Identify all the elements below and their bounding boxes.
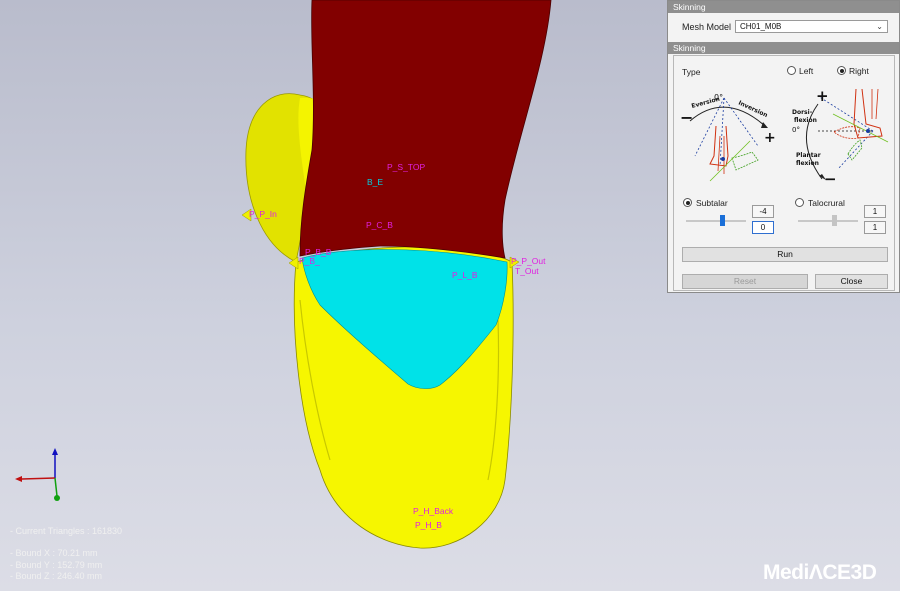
- landmark-label: P_P_In: [249, 209, 277, 219]
- chevron-down-icon: ⌄: [876, 22, 883, 31]
- landmark-label: B_E: [367, 177, 384, 187]
- subtalar-label: Subtalar: [696, 198, 728, 208]
- dorsiflexion-label-2: flexion: [794, 117, 817, 124]
- triangle-count: - Current Triangles : 161830: [10, 526, 123, 536]
- brand-logo: MediΛCE3D: [763, 561, 877, 584]
- bound-y: - Bound Y : 152.79 mm: [10, 560, 103, 570]
- plus-label: +: [816, 87, 829, 105]
- landmark-label: P_C_B: [366, 220, 393, 230]
- skinning-panel: Skinning Mesh Model CH01_M0B ⌄ Skinning …: [667, 0, 900, 293]
- close-button[interactable]: Close: [815, 274, 888, 289]
- talocrural-slider-thumb: [832, 215, 837, 226]
- plantarflexion-label: Plantar: [796, 152, 821, 159]
- run-button[interactable]: Run: [682, 247, 888, 262]
- subtalar-value: -4: [752, 205, 774, 218]
- reset-button[interactable]: Reset: [682, 274, 808, 289]
- mesh-model-row: Mesh Model CH01_M0B ⌄: [668, 13, 899, 41]
- plantarflexion-label-2: flexion: [796, 160, 819, 167]
- subtalar-slider-thumb[interactable]: [720, 215, 725, 226]
- talocrural-radio[interactable]: [795, 198, 804, 207]
- right-label: Right: [849, 66, 869, 76]
- talocrural-value: 1: [864, 205, 886, 218]
- panel-title: Skinning: [668, 1, 899, 13]
- talocrural-diagram: + Dorsi- flexion 0° Plantar flexion −: [792, 87, 889, 188]
- landmark-label: P_S_TOP: [387, 162, 426, 172]
- talocrural-input: 1: [864, 221, 886, 234]
- inversion-label: Inversion: [737, 99, 768, 119]
- right-radio[interactable]: [837, 66, 846, 75]
- skinning-group: Type Left Right 0° Eversion Inversion − …: [673, 55, 895, 291]
- landmark-label: P_B_: [299, 256, 320, 266]
- section-title: Skinning: [668, 42, 899, 54]
- mesh-model-label: Mesh Model: [682, 22, 732, 32]
- minus-label: −: [680, 108, 693, 127]
- mesh-model-select[interactable]: CH01_M0B ⌄: [735, 20, 888, 33]
- talocrural-slider: [798, 220, 858, 222]
- subtalar-diagram: 0° Eversion Inversion − +: [680, 93, 776, 182]
- plus-label: +: [764, 130, 776, 146]
- type-label: Type: [682, 67, 701, 77]
- left-radio[interactable]: [787, 66, 796, 75]
- mesh-model-value: CH01_M0B: [740, 22, 782, 31]
- landmark-label: P_H_B: [415, 520, 442, 530]
- landmark-label: P_H_Back: [413, 506, 454, 516]
- landmark-label: P_L_B: [452, 270, 478, 280]
- landmark-label: P_P_Out: [511, 256, 546, 266]
- subtalar-input[interactable]: 0: [752, 221, 774, 234]
- bound-x: - Bound X : 70.21 mm: [10, 548, 98, 558]
- landmark-label: T_Out: [515, 266, 539, 276]
- talocrural-label: Talocrural: [808, 198, 845, 208]
- subtalar-radio[interactable]: [683, 198, 692, 207]
- subtalar-slider[interactable]: [686, 220, 746, 222]
- left-label: Left: [799, 66, 814, 76]
- zero-degree-label: 0°: [792, 126, 800, 134]
- minus-label: −: [824, 170, 837, 188]
- bound-z: - Bound Z : 246.40 mm: [10, 571, 103, 581]
- dorsiflexion-label: Dorsi-: [792, 109, 813, 116]
